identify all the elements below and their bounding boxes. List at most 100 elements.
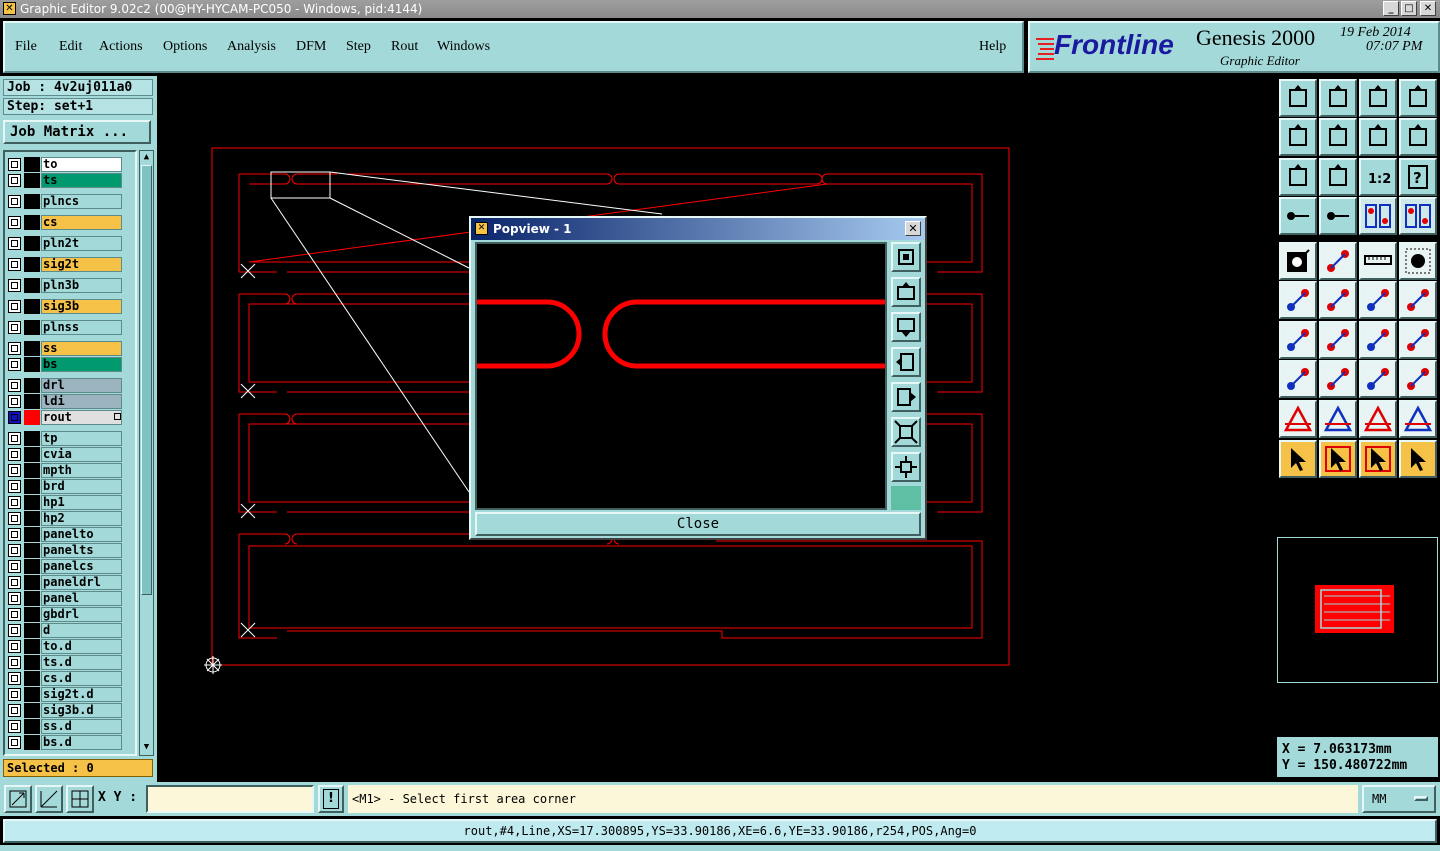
layer-checkbox[interactable] [8,656,21,669]
layer-color-swatch[interactable] [24,299,40,314]
layer-checkbox[interactable] [8,258,21,271]
layer-checkbox[interactable] [8,300,21,313]
overview-map[interactable] [1277,537,1438,683]
layer-checkbox[interactable] [8,237,21,250]
tool-select-touch-button[interactable] [1359,440,1397,478]
tool-scale-1-2-button[interactable]: 1:2 [1359,158,1397,196]
layer-color-swatch[interactable] [24,278,40,293]
layer-checkbox[interactable] [8,528,21,541]
layer-color-swatch[interactable] [24,687,40,702]
layer-name[interactable]: gbdrl [41,607,122,622]
layer-color-swatch[interactable] [24,320,40,335]
layer-checkbox[interactable] [8,411,21,424]
layer-name[interactable]: ss [41,341,122,356]
tool-slant-line-button[interactable] [1319,321,1357,359]
xy-input[interactable] [146,785,314,813]
tool-s-shape-button[interactable] [1399,118,1437,156]
layer-checkbox[interactable] [8,592,21,605]
tool-angle-line-button[interactable] [1279,321,1317,359]
layer-name[interactable]: to.d [41,639,122,654]
layer-checkbox[interactable] [8,195,21,208]
menu-rout[interactable]: Rout [391,39,418,55]
layer-name[interactable]: pln3b [41,278,122,293]
layer-name[interactable]: plnss [41,320,122,335]
layer-checkbox[interactable] [8,379,21,392]
scroll-up-icon[interactable]: ▲ [141,152,152,163]
layer-color-swatch[interactable] [24,607,40,622]
layer-checkbox[interactable] [8,321,21,334]
tool-pan-left-button[interactable] [1279,118,1317,156]
layer-name[interactable]: sig2t.d [41,687,122,702]
popview-pan-left-button[interactable] [891,347,921,377]
layer-name[interactable]: cvia [41,447,122,462]
job-matrix-button[interactable]: Job Matrix ... [3,120,151,144]
scroll-thumb[interactable] [141,165,152,595]
layer-name[interactable]: hp2 [41,511,122,526]
layer-name[interactable]: paneldrl [41,575,122,590]
layer-color-swatch[interactable] [24,495,40,510]
layer-checkbox[interactable] [8,158,21,171]
layer-checkbox[interactable] [8,480,21,493]
layer-name[interactable]: brd [41,479,122,494]
popview-view[interactable] [475,242,887,510]
tool-triangle-c-button[interactable] [1359,400,1397,438]
layer-checkbox[interactable] [8,512,21,525]
tool-select-box-button[interactable] [1319,440,1357,478]
popview-pan-right-button[interactable] [891,382,921,412]
layer-color-swatch[interactable] [24,655,40,670]
layer-color-swatch[interactable] [24,559,40,574]
layer-name[interactable]: bs.d [41,735,122,750]
tool-triangle-d-button[interactable] [1399,400,1437,438]
layer-checkbox[interactable] [8,672,21,685]
layer-name[interactable]: panel [41,591,122,606]
layer-name[interactable]: sig3b [41,299,122,314]
tool-layer-compare-button[interactable] [1359,197,1397,235]
popview-close-button[interactable]: Close [475,512,921,536]
layer-color-swatch[interactable] [24,410,40,425]
tool-add-point-button[interactable] [1399,281,1437,319]
maximize-icon[interactable]: □ [1401,1,1417,16]
layer-checkbox[interactable] [8,464,21,477]
layer-checkbox[interactable] [8,624,21,637]
tool-shape-blue-button[interactable] [1399,360,1437,398]
layer-name[interactable]: panelcs [41,559,122,574]
layer-name[interactable]: pln2t [41,236,122,251]
snap-button[interactable] [35,785,63,813]
tool-triangle-a-button[interactable] [1279,400,1317,438]
layer-color-swatch[interactable] [24,671,40,686]
tool-connect-nodes-button[interactable] [1279,281,1317,319]
layer-name[interactable]: ldi [41,394,122,409]
layer-color-swatch[interactable] [24,194,40,209]
popview-zoom-in-button[interactable] [891,452,921,482]
layer-color-swatch[interactable] [24,527,40,542]
layer-color-swatch[interactable] [24,341,40,356]
layer-name[interactable]: to [41,157,122,172]
scroll-down-icon[interactable]: ▼ [141,742,152,753]
layer-checkbox[interactable] [8,216,21,229]
popview-pan-down-button[interactable] [891,312,921,342]
tool-pan-right-button[interactable] [1319,118,1357,156]
tool-add-pad-button[interactable] [1279,242,1317,280]
layer-color-swatch[interactable] [24,378,40,393]
layer-name[interactable]: tp [41,431,122,446]
layer-checkbox[interactable] [8,432,21,445]
layer-color-swatch[interactable] [24,257,40,272]
layer-name[interactable]: ts [41,173,122,188]
menu-step[interactable]: Step [346,39,371,55]
layer-name[interactable]: sig2t [41,257,122,272]
layer-name[interactable]: drl [41,378,122,393]
menu-help[interactable]: Help [979,39,1006,55]
tool-select-net-button[interactable] [1399,440,1437,478]
tool-dimension-button[interactable] [1359,360,1397,398]
tool-arc-tool-button[interactable] [1359,321,1397,359]
layer-color-swatch[interactable] [24,575,40,590]
layer-scrollbar[interactable]: ▲ ▼ [139,150,154,756]
tool-home-down-button[interactable] [1319,79,1357,117]
layer-name[interactable]: bs [41,357,122,372]
layer-name[interactable]: plncs [41,194,122,209]
layer-menu-icon[interactable] [114,413,121,420]
layer-name[interactable]: d [41,623,122,638]
layer-color-swatch[interactable] [24,447,40,462]
layer-checkbox[interactable] [8,688,21,701]
tool-house-button[interactable] [1359,79,1397,117]
